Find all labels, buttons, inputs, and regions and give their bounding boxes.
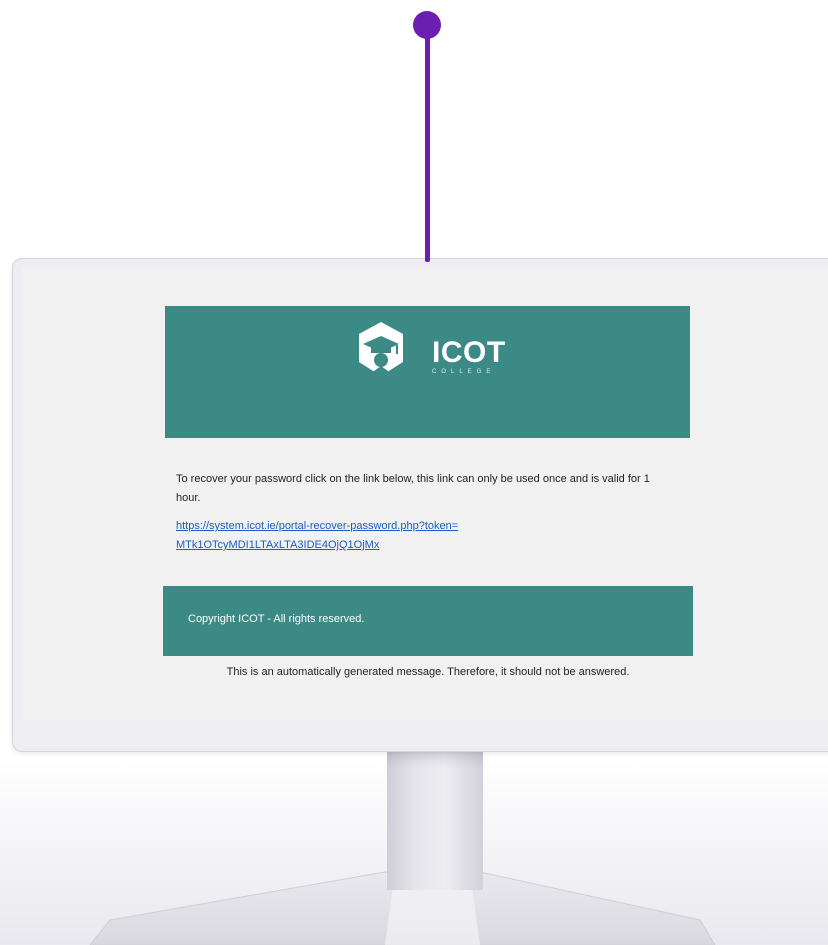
brand-subtitle: COLLEGE	[432, 369, 496, 375]
auto-generated-notice: This is an automatically generated messa…	[226, 666, 630, 678]
location-pin-icon	[413, 11, 441, 39]
pin-stem	[425, 30, 430, 262]
monitor-scene: ICOT COLLEGE To recover your password cl…	[0, 0, 828, 945]
recovery-link[interactable]: https://system.icot.ie/portal-recover-pa…	[176, 517, 596, 555]
brand-name: ICOT	[432, 336, 506, 369]
recovery-message: To recover your password click on the li…	[176, 473, 650, 504]
copyright-text: Copyright ICOT - All rights reserved.	[188, 613, 365, 625]
recovery-link-line2[interactable]: MTk1OTcyMDI1LTAxLTA3IDE4OjQ1OjMx	[176, 536, 596, 555]
recovery-link-line1[interactable]: https://system.icot.ie/portal-recover-pa…	[176, 517, 596, 536]
